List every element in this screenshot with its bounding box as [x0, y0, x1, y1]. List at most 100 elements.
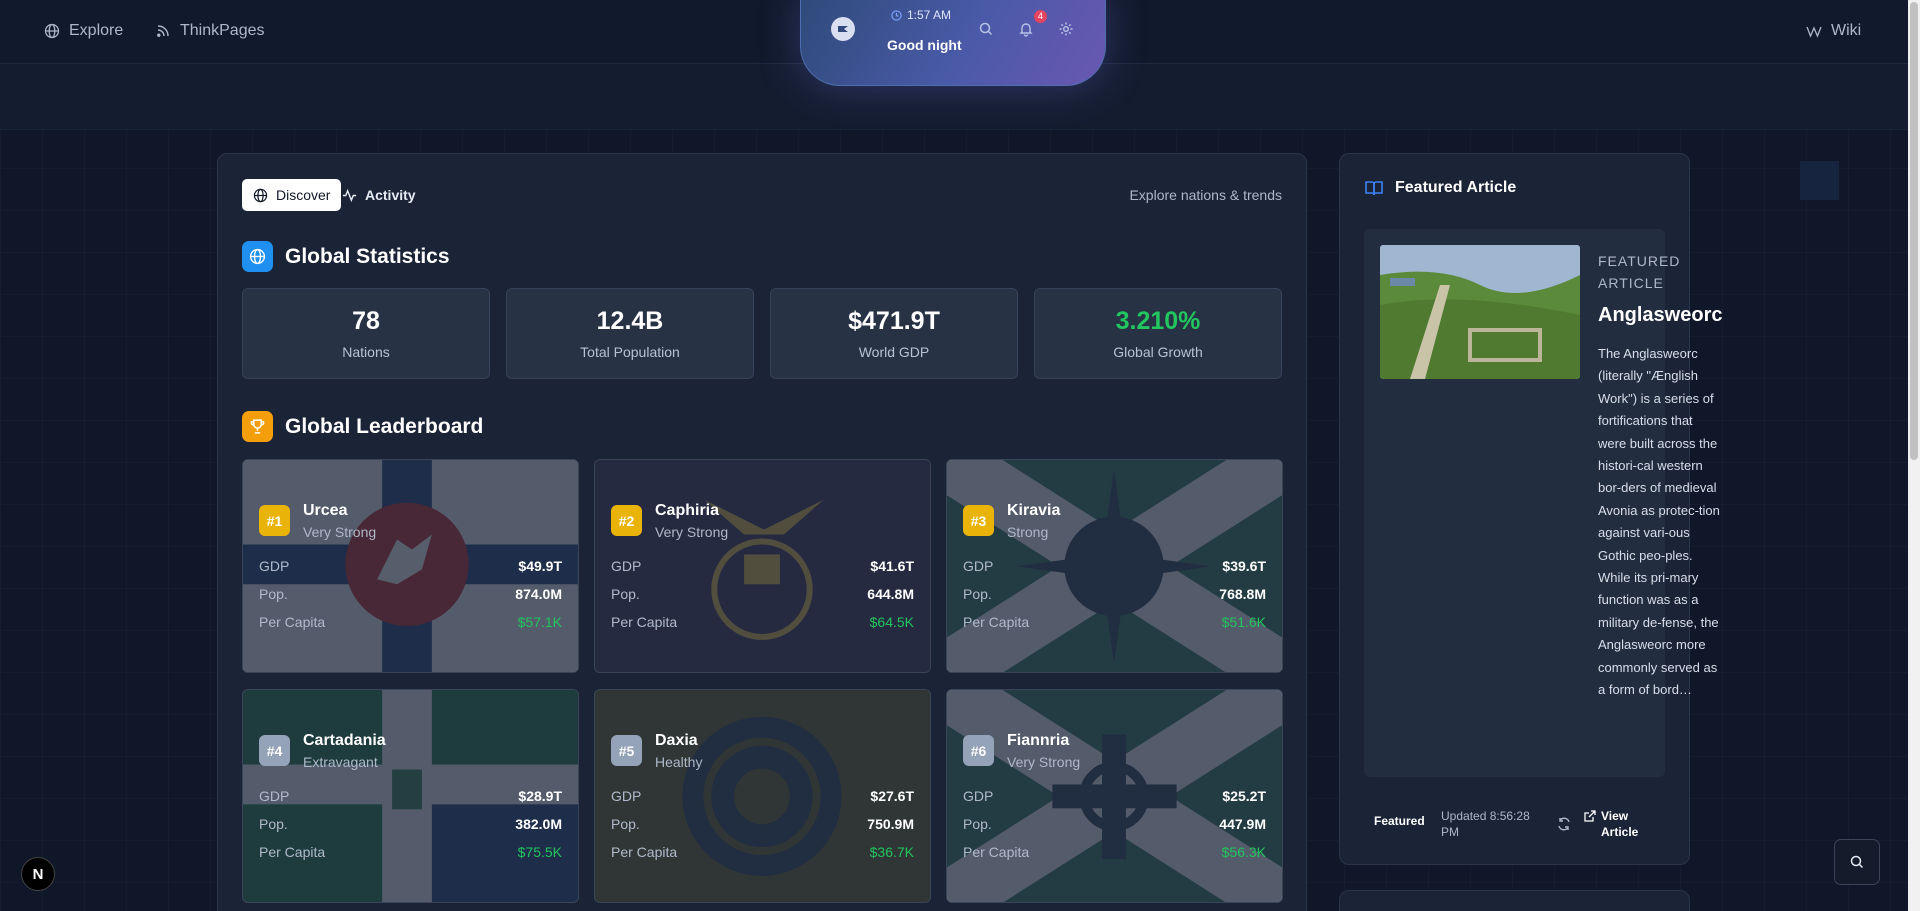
nav-wiki-link[interactable]: Wiki [1806, 22, 1861, 40]
stat-label: Total Population [580, 344, 680, 360]
gdp-row: GDP $27.6T [611, 788, 914, 804]
per-capita-row: Per Capita $57.1K [259, 614, 562, 630]
next-dev-indicator-button[interactable]: N [21, 857, 55, 891]
rank-badge: #2 [611, 505, 642, 536]
featured-article-excerpt: The Anglasweorc (literally "Ænglish Work… [1598, 346, 1720, 698]
leaderboard-card-urcea[interactable]: #1 Urcea Very Strong GDP $49.9T Pop. 874.0… [242, 459, 579, 673]
per-capita-label: Per Capita [963, 844, 1030, 860]
rank-badge: #1 [259, 505, 290, 536]
tab-discover[interactable]: Discover [242, 179, 342, 211]
tab-discover-label: Discover [276, 187, 331, 203]
stat-card-world-gdp: $471.9T World GDP [770, 288, 1018, 379]
per-capita-value: $57.1K [517, 614, 562, 630]
dynamic-island[interactable]: 1:57 AM Good night 4 [800, 0, 1106, 86]
view-article-link[interactable]: View Article [1584, 808, 1645, 840]
scrollbar-track[interactable] [1908, 0, 1920, 911]
floating-search-button[interactable] [1834, 839, 1880, 885]
population-label: Pop. [611, 586, 640, 602]
per-capita-row: Per Capita $56.3K [963, 844, 1266, 860]
discover-panel: Discover Activity Explore nations & tren… [217, 153, 1307, 911]
nation-name: Urcea [303, 502, 348, 519]
population-label: Pop. [963, 816, 992, 832]
nav-wiki-label: Wiki [1831, 22, 1862, 39]
leaderboard-card-daxia[interactable]: #5 Daxia Healthy GDP $27.6T Pop. 750.9M Pe… [594, 689, 931, 903]
nation-tier: Very Strong [655, 524, 729, 540]
stat-card-global-growth: 3.210% Global Growth [1034, 288, 1282, 379]
stat-label: Nations [342, 344, 390, 360]
gdp-row: GDP $41.6T [611, 558, 914, 574]
clock-display: 1:57 AM [891, 8, 951, 22]
refresh-icon[interactable] [1556, 816, 1572, 832]
population-row: Pop. 447.9M [963, 816, 1266, 832]
global-statistics-title: Global Statistics [285, 244, 450, 268]
nav-explore-link[interactable]: Explore [44, 22, 123, 40]
bell-icon[interactable] [1018, 21, 1034, 37]
per-capita-label: Per Capita [259, 614, 326, 630]
featured-article-card[interactable]: FEATURED ARTICLE Anglasweorc The Anglasw… [1364, 229, 1722, 777]
per-capita-label: Per Capita [611, 614, 678, 630]
featured-article-panel: Featured Article FEATURED ARTICLE Anglas… [1339, 153, 1722, 865]
tab-activity-label: Activity [365, 187, 416, 203]
featured-badge: Featured [1374, 814, 1425, 828]
leaderboard-card-kiravia[interactable]: #3 Kiravia Strong GDP $39.6T Pop. 768.8M P… [946, 459, 1283, 673]
per-capita-value: $75.5K [517, 844, 562, 860]
population-label: Pop. [259, 586, 288, 602]
featured-kicker: FEATURED ARTICLE [1598, 253, 1681, 291]
population-row: Pop. 644.8M [611, 586, 914, 602]
featured-article-title[interactable]: Anglasweorc [1598, 304, 1722, 327]
population-label: Pop. [259, 816, 288, 832]
nation-name: Daxia [655, 732, 698, 749]
stat-label: Global Growth [1113, 344, 1203, 360]
featured-article-image [1380, 245, 1580, 379]
gdp-label: GDP [611, 558, 642, 574]
rss-icon [157, 25, 169, 37]
gdp-value: $41.6T [870, 558, 914, 574]
search-icon [1850, 855, 1864, 869]
population-value: 382.0M [515, 816, 562, 832]
nation-name: Cartadania [303, 732, 386, 749]
stat-card-nations: 78 Nations [242, 288, 490, 379]
nav-thinkpages-label: ThinkPages [180, 22, 265, 39]
notification-badge: 4 [1034, 10, 1047, 23]
leaderboard-card-caphiria[interactable]: #2 Caphiria Very Strong GDP $41.6T Pop. 64… [594, 459, 931, 673]
population-value: 874.0M [515, 586, 562, 602]
leaderboard-card-cartadania[interactable]: #4 Cartadania Extravagant GDP $28.9T Pop.… [242, 689, 579, 903]
gdp-label: GDP [259, 558, 290, 574]
scrollbar-thumb[interactable] [1910, 2, 1918, 460]
globe-icon [44, 23, 60, 39]
population-row: Pop. 750.9M [611, 816, 914, 832]
per-capita-row: Per Capita $51.6K [963, 614, 1266, 630]
nation-tier: Very Strong [303, 524, 377, 540]
search-icon[interactable] [978, 21, 994, 37]
per-capita-value: $56.3K [1221, 844, 1266, 860]
decorative-square [1800, 161, 1839, 200]
stat-value: 78 [352, 307, 380, 335]
gdp-row: GDP $25.2T [963, 788, 1266, 804]
per-capita-value: $51.6K [1221, 614, 1266, 630]
rank-badge: #3 [963, 505, 994, 536]
nation-tier: Healthy [655, 754, 703, 770]
book-open-icon [1365, 181, 1383, 196]
stat-label: World GDP [858, 344, 930, 360]
tab-activity[interactable]: Activity [331, 179, 427, 211]
external-link-icon [1584, 810, 1596, 822]
per-capita-row: Per Capita $64.5K [611, 614, 914, 630]
gdp-label: GDP [259, 788, 290, 804]
gdp-value: $28.9T [518, 788, 562, 804]
nation-tier: Extravagant [303, 754, 378, 770]
nation-tier: Very Strong [1007, 754, 1081, 770]
updated-timestamp: Updated 8:56:28 PM [1441, 809, 1530, 839]
nation-name: Kiravia [1007, 502, 1061, 519]
gdp-value: $27.6T [870, 788, 914, 804]
time-text: 1:57 AM [907, 8, 952, 22]
gdp-value: $25.2T [1222, 788, 1266, 804]
stat-card-population: 12.4B Total Population [506, 288, 754, 379]
site-logo-icon[interactable] [831, 17, 855, 41]
per-capita-label: Per Capita [259, 844, 326, 860]
featured-article-heading: Featured Article [1364, 178, 1516, 198]
nav-thinkpages-link[interactable]: ThinkPages [155, 22, 265, 40]
wikipedia-icon [1806, 26, 1822, 38]
per-capita-row: Per Capita $36.7K [611, 844, 914, 860]
leaderboard-card-fiannria[interactable]: #6 Fiannria Very Strong GDP $25.2T Pop. 44… [946, 689, 1283, 903]
gear-icon[interactable] [1058, 21, 1074, 37]
